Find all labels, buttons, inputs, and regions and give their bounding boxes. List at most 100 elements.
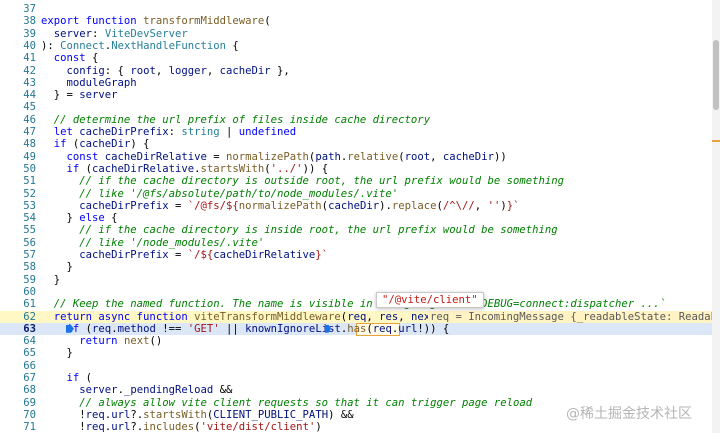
line-number[interactable]: 48 — [0, 138, 36, 150]
code-line[interactable]: 53 cacheDirPrefix = `/@fs/${normalizePat… — [0, 200, 712, 212]
code-line[interactable]: 39 server: ViteDevServer — [0, 28, 712, 40]
code-token: has — [347, 322, 367, 335]
code-line[interactable]: 61 // Keep the named function. The name … — [0, 298, 712, 310]
code-token: startsWith — [200, 162, 265, 175]
line-number[interactable]: 70 — [0, 409, 36, 421]
scrollbar-thumb[interactable] — [713, 40, 719, 110]
line-number[interactable]: 42 — [0, 65, 36, 77]
code-line[interactable]: 48 if (cacheDir) { — [0, 138, 712, 150]
line-number[interactable]: 58 — [0, 261, 36, 273]
code-line[interactable]: 51 // if the cache directory is outside … — [0, 175, 712, 187]
line-number[interactable]: 64 — [0, 335, 36, 347]
code-token: | — [219, 126, 239, 138]
code-text: // determine the url prefix of files ins… — [41, 114, 430, 126]
line-number[interactable]: 57 — [0, 249, 36, 261]
code-line[interactable]: 43 moduleGraph — [0, 77, 712, 89]
line-number[interactable]: 49 — [0, 151, 36, 163]
line-number[interactable]: 54 — [0, 212, 36, 224]
code-token: ?. — [130, 408, 144, 421]
code-line[interactable]: 67 if ( — [0, 372, 712, 384]
line-number[interactable]: 50 — [0, 163, 36, 175]
code-token: normalizePath — [226, 150, 309, 163]
line-number[interactable]: 45 — [0, 101, 36, 113]
code-token: ). — [379, 199, 392, 212]
code-line[interactable]: 57 cacheDirPrefix = `/${cacheDirRelative… — [0, 249, 712, 261]
code-line[interactable]: 38 export function transformMiddleware( — [0, 15, 712, 27]
line-number[interactable]: 63 — [0, 323, 36, 335]
code-token: cacheDirRelative — [92, 162, 195, 175]
line-number[interactable]: 47 — [0, 126, 36, 138]
line-number[interactable]: 71 — [0, 421, 36, 433]
line-number[interactable]: 59 — [0, 274, 36, 286]
code-token: , — [206, 64, 220, 77]
code-token: Connect — [60, 39, 105, 52]
code-token: ) { — [130, 138, 150, 151]
code-token: , — [430, 150, 443, 163]
code-line[interactable]: 54 } else { — [0, 212, 712, 224]
code-token: transformMiddleware — [143, 15, 265, 28]
code-line[interactable]: 46 // determine the url prefix of files … — [0, 114, 712, 126]
code-line[interactable]: 47 let cacheDirPrefix: string | undefine… — [0, 126, 712, 138]
line-number[interactable]: 60 — [0, 286, 36, 298]
code-line[interactable]: 49 const cacheDirRelative = normalizePat… — [0, 151, 712, 163]
code-token: () — [149, 335, 163, 348]
code-line[interactable]: 59 } — [0, 274, 712, 286]
code-line[interactable]: 63 if (req.method !== 'GET' || knownIgno… — [0, 322, 712, 336]
code-line[interactable]: 66 — [0, 360, 712, 372]
code-line[interactable]: 42 config: { root, logger, cacheDir }, — [0, 65, 712, 77]
code-line[interactable]: 44 } = server — [0, 89, 712, 101]
line-number[interactable]: 65 — [0, 347, 36, 359]
code-line[interactable]: 52 // like '/@fs/absolute/path/to/node_m… — [0, 188, 712, 200]
line-number[interactable]: 37 — [0, 3, 36, 15]
code-line[interactable]: 45 — [0, 101, 712, 113]
code-line[interactable]: 41 const { — [0, 52, 712, 64]
code-line[interactable]: 55 // if the cache directory is inside r… — [0, 224, 712, 236]
line-number[interactable]: 61 — [0, 298, 36, 310]
code-line[interactable]: 64 return next() — [0, 335, 712, 347]
line-number[interactable]: 66 — [0, 360, 36, 372]
line-number[interactable]: 67 — [0, 372, 36, 384]
code-token: '../' — [270, 162, 303, 175]
line-number[interactable]: 38 — [0, 15, 36, 27]
code-token: `/@fs/${ — [187, 199, 239, 212]
line-number[interactable]: 44 — [0, 89, 36, 101]
line-number[interactable]: 41 — [0, 52, 36, 64]
code-line[interactable]: 68 server._pendingReload && — [0, 384, 712, 396]
code-text: export function transformMiddleware( — [41, 15, 271, 27]
line-number[interactable]: 52 — [0, 188, 36, 200]
vertical-scrollbar[interactable] — [712, 0, 720, 433]
code-token: } — [41, 273, 61, 286]
line-number[interactable]: 43 — [0, 77, 36, 89]
line-number[interactable]: 69 — [0, 397, 36, 409]
line-number[interactable]: 53 — [0, 200, 36, 212]
code-editor[interactable]: 37 38 export function transformMiddleware(… — [0, 0, 720, 433]
code-line[interactable]: 58 } — [0, 261, 712, 273]
line-number[interactable]: 46 — [0, 114, 36, 126]
code-line[interactable]: 60 — [0, 286, 712, 298]
code-token: res — [379, 310, 399, 323]
code-token: } = — [41, 89, 80, 102]
code-token: : — [168, 126, 182, 138]
code-line[interactable]: 56 // like '/node_modules/.vite' — [0, 237, 712, 249]
code-line[interactable]: 50 if (cacheDirRelative.startsWith('../'… — [0, 163, 712, 175]
line-number[interactable]: 68 — [0, 384, 36, 396]
code-token: } — [41, 261, 73, 274]
code-line[interactable]: 37 — [0, 3, 712, 15]
code-token: url — [111, 408, 131, 421]
code-line[interactable]: 62 return async function viteTransformMi… — [0, 310, 720, 323]
code-line[interactable]: 65 } — [0, 347, 712, 359]
line-number[interactable]: 40 — [0, 40, 36, 52]
code-token: , — [155, 64, 169, 77]
line-number[interactable]: 39 — [0, 28, 36, 40]
code-line[interactable]: 40): Connect.NextHandleFunction { — [0, 40, 712, 52]
code-token: // determine the url prefix of files ins… — [53, 113, 431, 126]
line-number[interactable]: 51 — [0, 175, 36, 187]
line-number[interactable]: 55 — [0, 224, 36, 236]
code-token: }` — [315, 249, 329, 261]
code-token: ! — [41, 421, 86, 433]
line-number[interactable]: 56 — [0, 237, 36, 249]
line-number[interactable]: 62 — [0, 311, 36, 323]
code-text: cacheDirPrefix = `/${cacheDirRelative}` — [41, 249, 328, 261]
